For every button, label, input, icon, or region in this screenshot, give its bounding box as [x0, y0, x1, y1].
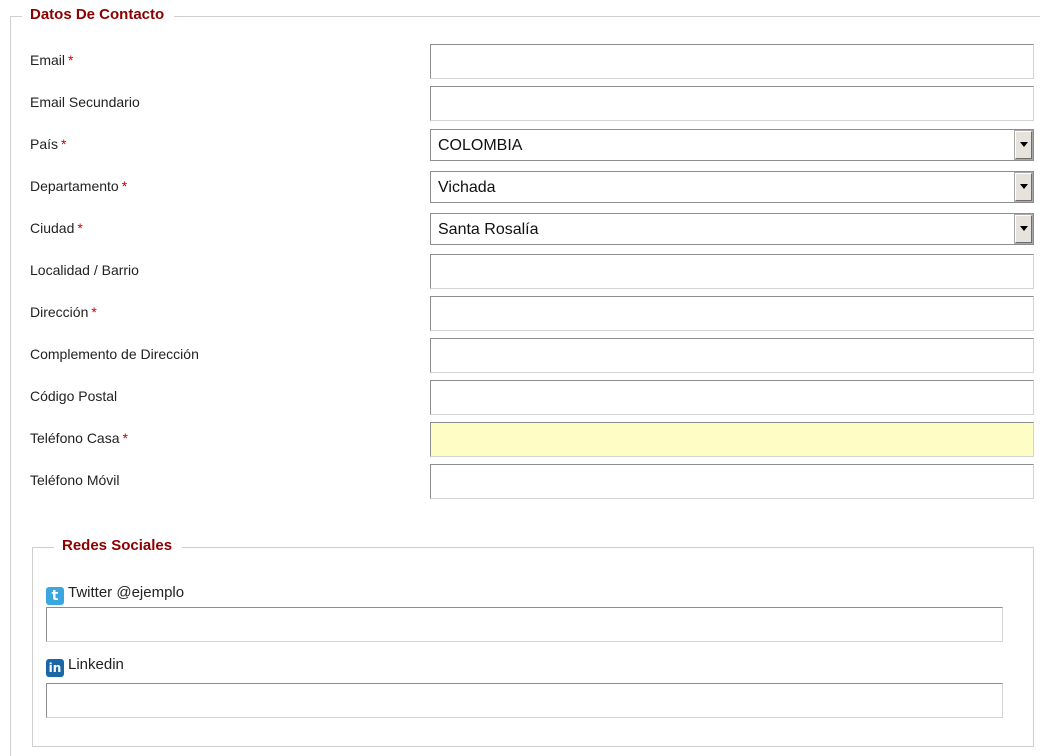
city-select-value: Santa Rosalía	[438, 221, 539, 238]
required-mark: *	[91, 304, 97, 320]
email-row: Email *	[30, 44, 1034, 85]
department-select-value: Vichada	[438, 179, 496, 196]
linkedin-input[interactable]	[46, 683, 1003, 718]
contact-legend: Datos De Contacto	[22, 6, 175, 24]
secondary-email-row: Email Secundario	[30, 86, 1034, 127]
address-complement-label: Complemento de Dirección	[30, 346, 199, 362]
country-select[interactable]: COLOMBIA	[430, 129, 1034, 161]
secondary-email-label: Email Secundario	[30, 94, 140, 110]
address-input[interactable]	[430, 296, 1034, 331]
social-legend: Redes Sociales	[54, 537, 183, 555]
postal-code-input[interactable]	[430, 380, 1034, 415]
home-phone-row: Teléfono Casa *	[30, 422, 1034, 463]
email-label: Email *	[30, 52, 74, 68]
city-select[interactable]: Santa Rosalía	[430, 213, 1034, 245]
neighborhood-input[interactable]	[430, 254, 1034, 289]
linkedin-label: Linkedin	[68, 656, 124, 673]
mobile-phone-input[interactable]	[430, 464, 1034, 499]
mobile-phone-row: Teléfono Móvil	[30, 464, 1034, 505]
required-mark: *	[61, 136, 67, 152]
address-row: Dirección *	[30, 296, 1034, 337]
twitter-label: Twitter @ejemplo	[68, 584, 185, 601]
department-label: Departamento *	[30, 178, 128, 194]
secondary-email-input[interactable]	[430, 86, 1034, 121]
address-complement-input[interactable]	[430, 338, 1034, 373]
chevron-down-icon[interactable]	[1014, 172, 1033, 202]
department-select[interactable]: Vichada	[430, 171, 1034, 203]
chevron-down-icon[interactable]	[1014, 214, 1033, 244]
mobile-phone-label: Teléfono Móvil	[30, 472, 120, 488]
email-input[interactable]	[430, 44, 1034, 79]
city-label: Ciudad *	[30, 220, 83, 236]
required-mark: *	[68, 52, 74, 68]
linkedin-icon: in	[46, 659, 64, 677]
country-row: País * COLOMBIA	[30, 129, 1034, 169]
postal-code-label: Código Postal	[30, 388, 118, 404]
address-label: Dirección *	[30, 304, 97, 320]
country-select-value: COLOMBIA	[438, 137, 523, 154]
country-label: País *	[30, 136, 67, 152]
linkedin-label-row: in Linkedin	[46, 655, 124, 677]
department-row: Departamento * Vichada	[30, 171, 1034, 211]
home-phone-label: Teléfono Casa *	[30, 430, 128, 446]
neighborhood-row: Localidad / Barrio	[30, 254, 1034, 295]
twitter-input[interactable]	[46, 607, 1003, 642]
city-row: Ciudad * Santa Rosalía	[30, 213, 1034, 253]
required-mark: *	[77, 220, 83, 236]
twitter-icon: t	[46, 587, 64, 605]
twitter-label-row: t Twitter @ejemplo	[46, 583, 185, 605]
required-mark: *	[122, 430, 128, 446]
required-mark: *	[121, 178, 128, 194]
chevron-down-icon[interactable]	[1014, 130, 1033, 160]
home-phone-input[interactable]	[430, 422, 1034, 457]
neighborhood-label: Localidad / Barrio	[30, 262, 139, 278]
address-complement-row: Complemento de Dirección	[30, 338, 1034, 379]
postal-code-row: Código Postal	[30, 380, 1034, 421]
